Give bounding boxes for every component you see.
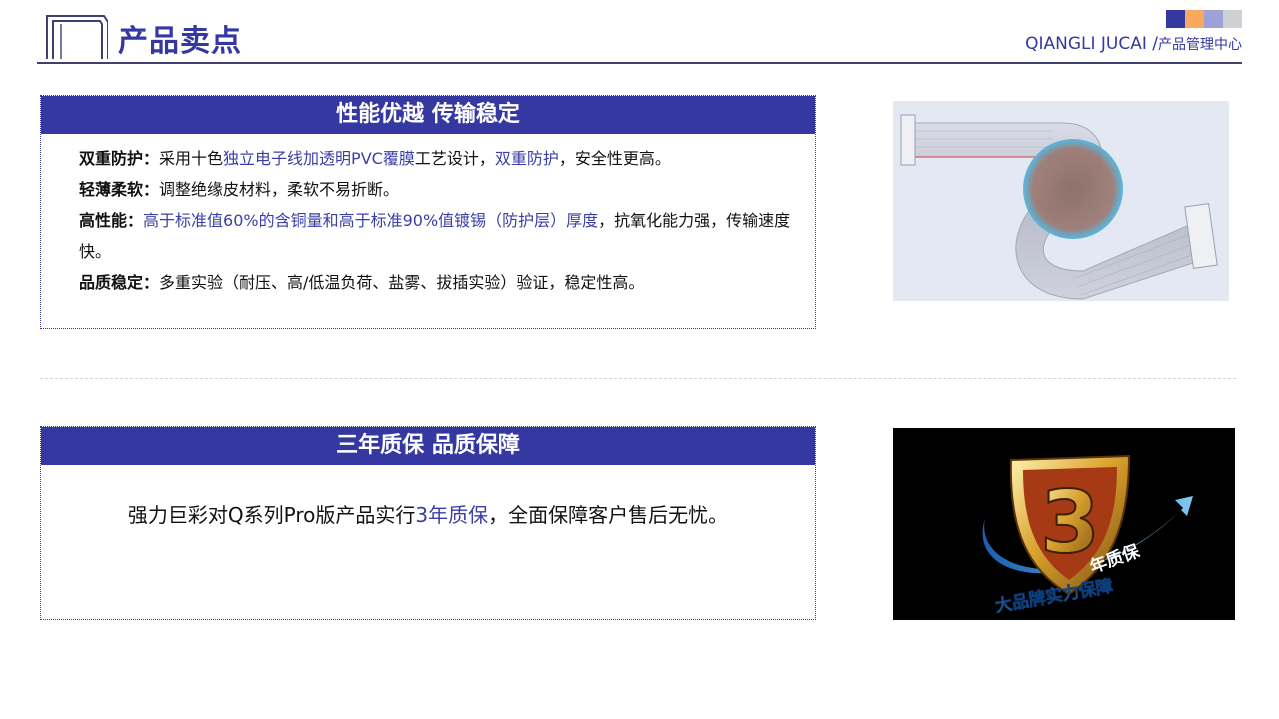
feature-thin-soft: 轻薄柔软：调整绝缘皮材料，柔软不易折断。: [79, 174, 793, 205]
building-outline-icon: [46, 15, 108, 59]
feature-sep: ：: [127, 211, 144, 230]
feature-label: 品质稳定: [79, 273, 144, 292]
performance-panel: 性能优越 传输稳定 双重防护：采用十色独立电子线加透明PVC覆膜工艺设计，双重防…: [40, 95, 816, 329]
warranty-text: ，全面保障客户售后无忧。: [488, 503, 729, 527]
feature-list: 双重防护：采用十色独立电子线加透明PVC覆膜工艺设计，双重防护，安全性更高。 轻…: [41, 134, 815, 298]
ribbon-cable-illustration: [900, 114, 1218, 300]
feature-text: 多重实验（耐压、高/低温负荷、盐雾、拔插实验）验证，稳定性高。: [159, 273, 645, 292]
feature-text: 调整绝缘皮材料，柔软不易折断。: [159, 180, 400, 199]
section-divider: [40, 378, 1236, 379]
performance-heading: 性能优越 传输稳定: [41, 96, 815, 134]
brand-department: 产品管理中心: [1158, 37, 1242, 53]
header-rule: [37, 62, 1242, 64]
swatch-1: [1166, 10, 1185, 28]
feature-stable-quality: 品质稳定：多重实验（耐压、高/低温负荷、盐雾、拔插实验）验证，稳定性高。: [79, 267, 793, 298]
feature-sep: ：: [143, 273, 160, 292]
feature-text: 工艺设计，: [414, 149, 495, 168]
ribbon-cable-image: [893, 101, 1229, 301]
swatch-4: [1223, 10, 1242, 28]
warranty-highlight: 3年质保: [415, 503, 489, 527]
swatch-3: [1204, 10, 1223, 28]
feature-text: ，安全性更高。: [558, 149, 671, 168]
feature-sep: ：: [143, 149, 160, 168]
swatch-2: [1185, 10, 1204, 28]
feature-sep: ：: [143, 180, 160, 199]
page-title: 产品卖点: [118, 24, 242, 59]
color-swatches: [1166, 10, 1242, 28]
warranty-panel: 三年质保 品质保障 强力巨彩对Q系列Pro版产品实行3年质保，全面保障客户售后无…: [40, 426, 816, 620]
feature-label: 高性能: [79, 211, 128, 230]
feature-text: 采用十色: [159, 149, 224, 168]
warranty-statement: 强力巨彩对Q系列Pro版产品实行3年质保，全面保障客户售后无忧。: [41, 465, 815, 528]
feature-label: 双重防护: [79, 149, 144, 168]
feature-label: 轻薄柔软: [79, 180, 144, 199]
warranty-text: 强力巨彩对Q系列Pro版产品实行: [127, 503, 416, 527]
three-year-shield-icon: 3 年质保 大品牌实力保障: [982, 454, 1193, 617]
feature-highlight: 高于标准值60%的含铜量和高于标准90%值镀锡（防护层）厚度: [143, 211, 599, 230]
feature-highlight: 双重防护: [494, 149, 559, 168]
brand-name: QIANGLI JUCAI /: [1025, 34, 1158, 54]
feature-high-performance: 高性能：高于标准值60%的含铜量和高于标准90%值镀锡（防护层）厚度，抗氧化能力…: [79, 205, 793, 267]
brand-line: QIANGLI JUCAI /产品管理中心: [1025, 32, 1242, 57]
feature-highlight: 独立电子线加透明PVC覆膜: [223, 149, 415, 168]
feature-double-protection: 双重防护：采用十色独立电子线加透明PVC覆膜工艺设计，双重防护，安全性更高。: [79, 143, 793, 174]
warranty-heading: 三年质保 品质保障: [41, 427, 815, 465]
warranty-badge-image: 3 年质保 大品牌实力保障: [893, 428, 1235, 620]
